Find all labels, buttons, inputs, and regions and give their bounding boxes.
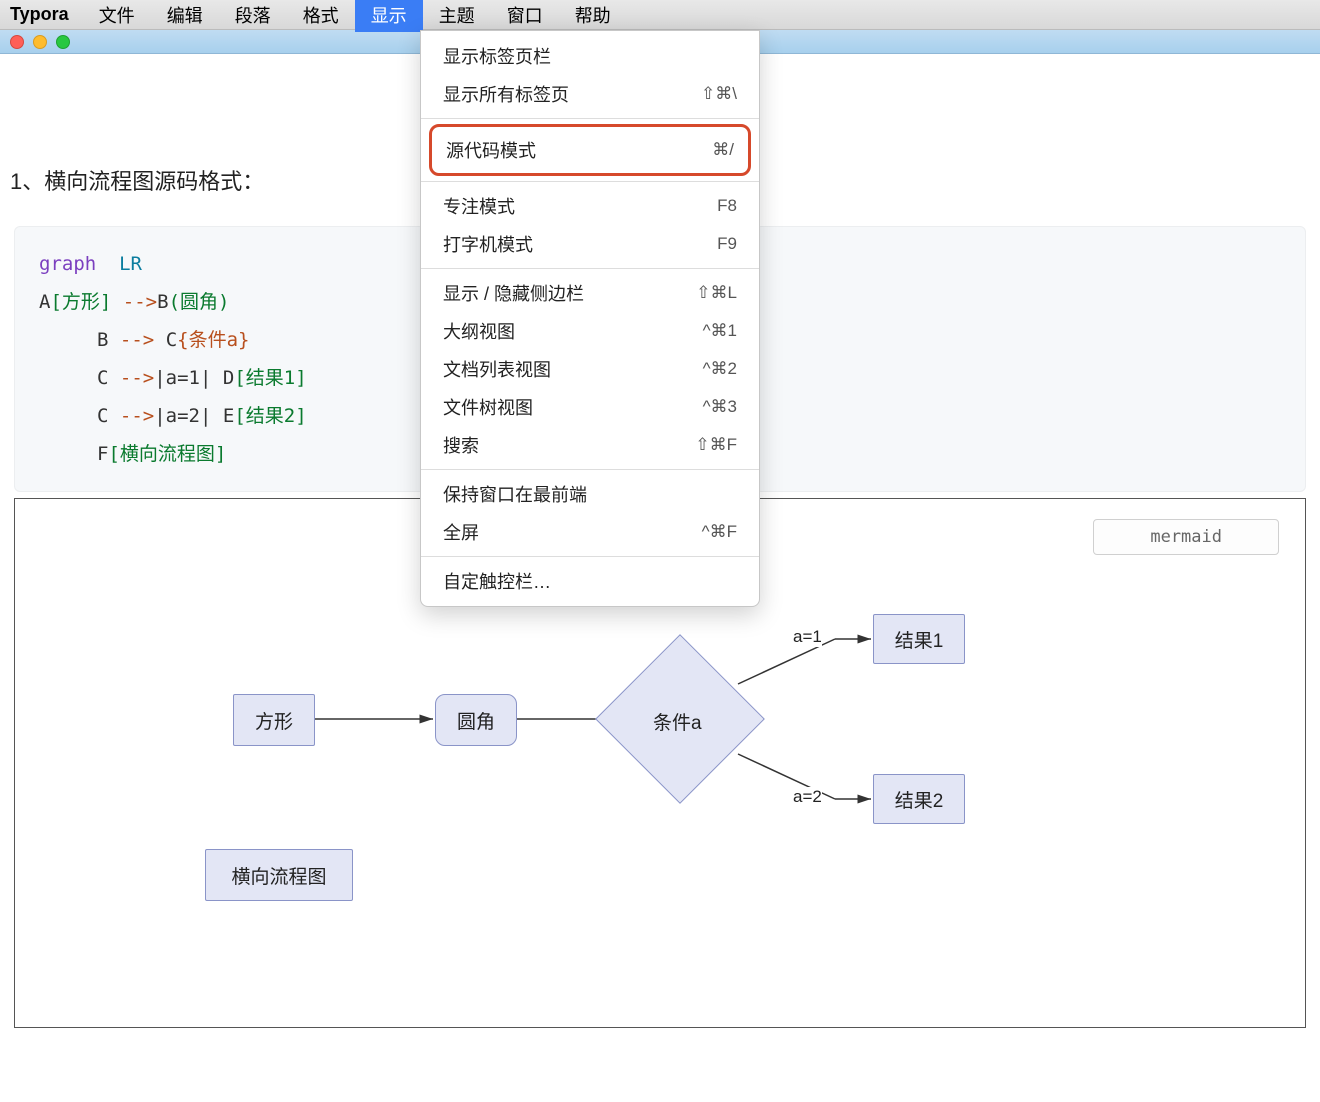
menu-item-shortcut: ⌘/ [712, 140, 734, 160]
menu-item-highlight: 源代码模式 ⌘/ [429, 124, 751, 176]
menu-item-show-all-tabs[interactable]: 显示所有标签页 ⇧⌘\ [421, 75, 759, 113]
menu-item-label: 搜索 [443, 432, 479, 458]
menu-item-shortcut: F8 [717, 196, 737, 216]
edge-label-a1: a=1 [793, 627, 822, 647]
menu-item-label: 显示 / 隐藏侧边栏 [443, 280, 584, 306]
menu-separator [421, 469, 759, 470]
menu-item-label: 文件树视图 [443, 394, 533, 420]
diagram-node-a: 方形 [233, 694, 315, 746]
menu-item-outline-view[interactable]: 大纲视图 ^⌘1 [421, 312, 759, 350]
menu-item-customize-touchbar[interactable]: 自定触控栏… [421, 562, 759, 600]
menu-item-shortcut: ^⌘3 [703, 397, 737, 417]
menu-item-label: 全屏 [443, 519, 479, 545]
menu-edit[interactable]: 编辑 [151, 0, 219, 32]
menu-paragraph[interactable]: 段落 [219, 0, 287, 32]
menu-item-label: 文档列表视图 [443, 356, 551, 382]
diagram-node-d: 结果1 [873, 614, 965, 664]
menu-item-always-on-top[interactable]: 保持窗口在最前端 [421, 475, 759, 513]
menu-item-search[interactable]: 搜索 ⇧⌘F [421, 426, 759, 464]
menu-item-typewriter-mode[interactable]: 打字机模式 F9 [421, 225, 759, 263]
menu-item-focus-mode[interactable]: 专注模式 F8 [421, 187, 759, 225]
diagram-node-f: 横向流程图 [205, 849, 353, 901]
menu-item-label: 显示所有标签页 [443, 81, 569, 107]
edge-label-a2: a=2 [793, 787, 822, 807]
menu-view[interactable]: 显示 [355, 0, 423, 32]
diagram-node-e: 结果2 [873, 774, 965, 824]
menu-theme[interactable]: 主题 [423, 0, 491, 32]
menu-item-show-tabbar[interactable]: 显示标签页栏 [421, 37, 759, 75]
menu-separator [421, 181, 759, 182]
menu-item-shortcut: ⇧⌘F [695, 435, 737, 455]
menu-item-label: 大纲视图 [443, 318, 515, 344]
menu-separator [421, 268, 759, 269]
diagram-node-c: 条件a [653, 708, 702, 735]
minimize-window-button[interactable] [33, 35, 47, 49]
menu-item-label: 保持窗口在最前端 [443, 481, 587, 507]
menubar: Typora 文件 编辑 段落 格式 显示 主题 窗口 帮助 [0, 0, 1320, 30]
menu-item-shortcut: F9 [717, 234, 737, 254]
menu-item-shortcut: ⇧⌘\ [701, 84, 737, 104]
menu-item-fullscreen[interactable]: 全屏 ^⌘F [421, 513, 759, 551]
menu-item-source-code-mode[interactable]: 源代码模式 ⌘/ [432, 127, 748, 173]
menu-item-toggle-sidebar[interactable]: 显示 / 隐藏侧边栏 ⇧⌘L [421, 274, 759, 312]
menu-item-label: 自定触控栏… [443, 568, 551, 594]
menu-item-file-list-view[interactable]: 文档列表视图 ^⌘2 [421, 350, 759, 388]
menu-file[interactable]: 文件 [83, 0, 151, 32]
zoom-window-button[interactable] [56, 35, 70, 49]
menu-item-label: 专注模式 [443, 193, 515, 219]
code-language-tag[interactable]: mermaid [1093, 519, 1279, 555]
menu-item-file-tree-view[interactable]: 文件树视图 ^⌘3 [421, 388, 759, 426]
menu-item-shortcut: ^⌘2 [703, 359, 737, 379]
menu-item-shortcut: ^⌘1 [703, 321, 737, 341]
menu-item-shortcut: ^⌘F [702, 522, 737, 542]
menu-format[interactable]: 格式 [287, 0, 355, 32]
menu-item-shortcut: ⇧⌘L [696, 283, 737, 303]
view-menu-dropdown: 显示标签页栏 显示所有标签页 ⇧⌘\ 源代码模式 ⌘/ 专注模式 F8 打字机模… [420, 30, 760, 607]
menu-separator [421, 118, 759, 119]
menu-item-label: 源代码模式 [446, 137, 536, 163]
menu-window[interactable]: 窗口 [491, 0, 559, 32]
diagram-node-b: 圆角 [435, 694, 517, 746]
menu-help[interactable]: 帮助 [559, 0, 627, 32]
close-window-button[interactable] [10, 35, 24, 49]
menu-item-label: 打字机模式 [443, 231, 533, 257]
app-name: Typora [0, 4, 83, 25]
menu-separator [421, 556, 759, 557]
menu-item-label: 显示标签页栏 [443, 43, 551, 69]
